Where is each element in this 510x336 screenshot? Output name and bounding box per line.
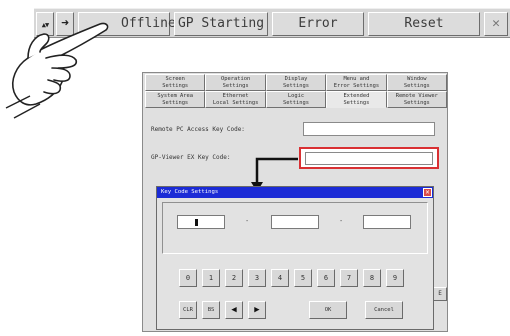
text-cursor — [195, 219, 198, 226]
separator-dash-1: - — [245, 217, 250, 225]
backspace-button[interactable]: BS — [202, 301, 220, 319]
key-2[interactable]: 2 — [225, 269, 243, 287]
key-1[interactable]: 1 — [202, 269, 220, 287]
key-code-field-1[interactable] — [177, 215, 225, 229]
cursor-right-button[interactable]: ▶ — [248, 301, 266, 319]
cursor-left-button[interactable]: ◀ — [225, 301, 243, 319]
key-5[interactable]: 5 — [294, 269, 312, 287]
key-6[interactable]: 6 — [317, 269, 335, 287]
cancel-button[interactable]: Cancel — [365, 301, 403, 319]
key-4[interactable]: 4 — [271, 269, 289, 287]
dialog-title: Key Code Settings — [157, 187, 433, 198]
key-3[interactable]: 3 — [248, 269, 266, 287]
key-0[interactable]: 0 — [179, 269, 197, 287]
right-arrow-icon: ▶ — [254, 305, 260, 315]
key-9[interactable]: 9 — [386, 269, 404, 287]
key-code-field-3[interactable] — [363, 215, 411, 229]
separator-dash-2: - — [339, 217, 344, 225]
left-arrow-icon: ◀ — [231, 305, 237, 315]
key-7[interactable]: 7 — [340, 269, 358, 287]
key-8[interactable]: 8 — [363, 269, 381, 287]
key-code-field-2[interactable] — [271, 215, 319, 229]
key-code-dialog: Key Code Settings ✕ - - 0 1 2 3 4 5 6 7 … — [156, 186, 434, 330]
dialog-close-icon[interactable]: ✕ — [423, 188, 432, 197]
ok-button[interactable]: OK — [309, 301, 347, 319]
clear-button[interactable]: CLR — [179, 301, 197, 319]
